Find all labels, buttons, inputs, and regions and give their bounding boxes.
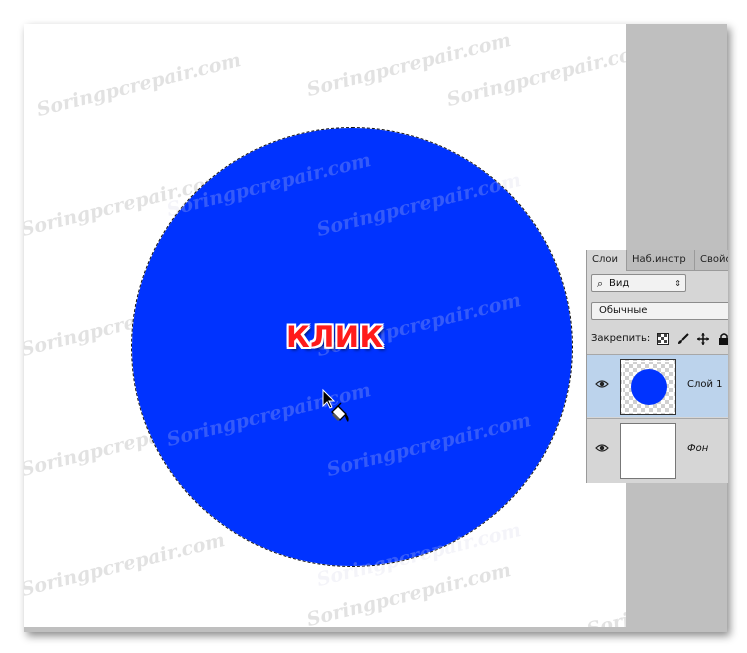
tab-tool-presets[interactable]: Наб.инстр <box>627 250 695 270</box>
lock-row: Закрепить: <box>591 330 728 348</box>
lock-all-icon[interactable] <box>718 333 728 345</box>
pasteboard-bottom <box>24 627 627 632</box>
layers-panel: Слои Наб.инстр Свойс ⌕ Вид ⇕ Обычные Зак… <box>586 250 728 483</box>
panel-tabs: Слои Наб.инстр Свойс <box>587 250 728 271</box>
lock-position-icon[interactable] <box>697 333 709 345</box>
layer-row-layer1[interactable]: Слой 1 <box>587 354 728 417</box>
screenshot-frame: Soringpcrepair.com Soringpcrepair.com So… <box>0 0 747 653</box>
watermark: Soringpcrepair.com <box>584 568 626 627</box>
document-canvas[interactable]: Soringpcrepair.com Soringpcrepair.com So… <box>24 24 626 627</box>
watermark: Soringpcrepair.com <box>304 558 514 627</box>
layer-name[interactable]: Слой 1 <box>687 379 723 390</box>
watermark: Soringpcrepair.com <box>34 48 244 122</box>
tab-properties[interactable]: Свойс <box>695 250 728 270</box>
layer-name[interactable]: Фон <box>687 443 708 454</box>
watermark: Soringpcrepair.com <box>304 28 514 102</box>
filter-value: Вид <box>609 278 630 289</box>
click-annotation: КЛИК <box>286 320 384 354</box>
eye-icon[interactable] <box>595 443 609 453</box>
layer-thumbnail <box>620 423 676 479</box>
layer-thumbnail <box>620 359 676 415</box>
blend-mode-select[interactable]: Обычные <box>591 302 728 320</box>
lock-image-pixels-icon[interactable] <box>677 333 689 345</box>
layer-row-background[interactable]: Фон <box>587 418 728 481</box>
eye-icon[interactable] <box>595 379 609 389</box>
search-icon: ⌕ <box>597 277 604 290</box>
watermark: Soringpcrepair.com <box>444 38 626 112</box>
lock-transparent-pixels-icon[interactable] <box>657 333 669 345</box>
tab-layers[interactable]: Слои <box>587 250 627 271</box>
paint-bucket-cursor-icon <box>322 388 349 422</box>
up-down-arrows-icon: ⇕ <box>674 279 681 288</box>
layer-filter-select[interactable]: ⌕ Вид ⇕ <box>591 274 686 292</box>
watermark: Soringpcrepair.com <box>24 528 228 602</box>
lock-label: Закрепить: <box>591 333 651 344</box>
thumbnail-circle <box>631 369 667 405</box>
